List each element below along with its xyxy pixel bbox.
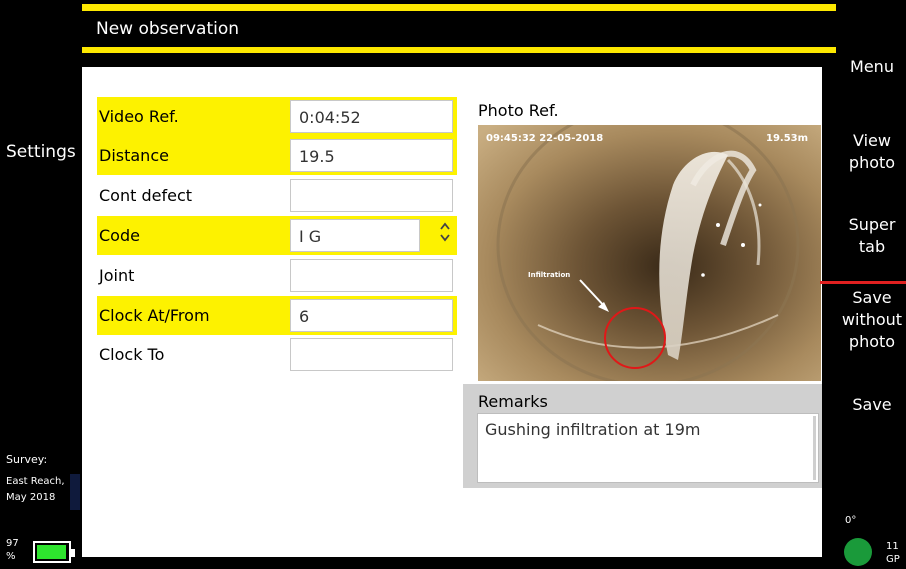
code-row: Code I G [97,216,457,255]
view-photo-button[interactable]: View photo [838,130,906,174]
video-ref-row: Video Ref. 0:04:52 [97,97,457,136]
save-without-line3: photo [848,332,896,351]
battery-percent: 97 % [6,537,19,563]
code-label: Code [99,226,140,245]
remarks-label: Remarks [478,392,548,411]
clock-at-from-row: Clock At/From 6 [97,296,457,335]
battery-percent-unit: % [6,551,16,562]
battery-level [37,545,67,559]
photo-ref-label: Photo Ref. [478,101,559,120]
clock-at-from-field[interactable]: 6 [290,299,453,332]
save-without-photo-button[interactable]: Save without photo [838,287,906,353]
cont-defect-row: Cont defect [97,176,457,215]
distance-label: Distance [99,146,169,165]
gps-status-icon [844,538,872,566]
joint-row: Joint [97,256,457,295]
menu-button[interactable]: Menu [838,56,906,78]
cont-defect-field[interactable] [290,179,453,212]
code-stepper-icon[interactable] [439,221,451,243]
battery-icon [33,541,75,563]
header-underline-bar [82,47,836,53]
survey-label: Survey: [6,453,48,466]
save-without-line2: without [841,310,903,329]
survey-name-line1: East Reach, [6,476,65,487]
photo-distance: 19.53m [766,133,808,144]
photo-timestamp: 09:45:32 22-05-2018 [486,133,603,144]
save-button[interactable]: Save [838,394,906,416]
survey-name: East Reach, May 2018 [6,474,82,506]
view-photo-line1: View [853,131,891,150]
gps-line1: 11 [886,541,899,552]
clock-to-label: Clock To [99,345,165,364]
settings-button[interactable]: Settings [6,142,76,162]
video-ref-label: Video Ref. [99,107,179,126]
clock-to-field[interactable] [290,338,453,371]
photo-annotation: Infiltration [528,271,570,279]
cont-defect-label: Cont defect [99,186,193,205]
remarks-text: Gushing infiltration at 19m [485,420,701,439]
red-indicator-line [820,281,906,284]
header-accent-bar [82,4,836,11]
distance-field[interactable]: 19.5 [290,139,453,172]
heading-readout: 0° [845,515,857,526]
video-ref-field[interactable]: 0:04:52 [290,100,453,133]
super-tab-line1: Super [848,215,896,234]
pipe-photo[interactable]: 09:45:32 22-05-2018 19.53m Infiltration [478,125,821,381]
code-field[interactable]: I G [290,219,420,252]
gps-text: 11 GP [886,540,906,566]
page-title: New observation [96,19,240,39]
joint-label: Joint [99,266,135,285]
clock-to-row: Clock To [97,335,457,374]
view-photo-line2: photo [848,153,896,172]
pipe-photo-image: 09:45:32 22-05-2018 19.53m Infiltration [478,125,821,381]
super-tab-button[interactable]: Super tab [838,214,906,258]
remarks-scrollbar[interactable] [813,416,816,480]
save-without-line1: Save [852,288,892,307]
survey-name-line2: May 2018 [6,492,56,503]
clock-at-from-label: Clock At/From [99,306,210,325]
battery-percent-value: 97 [6,538,19,549]
gps-line2: GP [886,554,900,565]
joint-field[interactable] [290,259,453,292]
distance-row: Distance 19.5 [97,136,457,175]
remarks-textarea[interactable]: Gushing infiltration at 19m [477,413,819,483]
super-tab-line2: tab [858,237,886,256]
